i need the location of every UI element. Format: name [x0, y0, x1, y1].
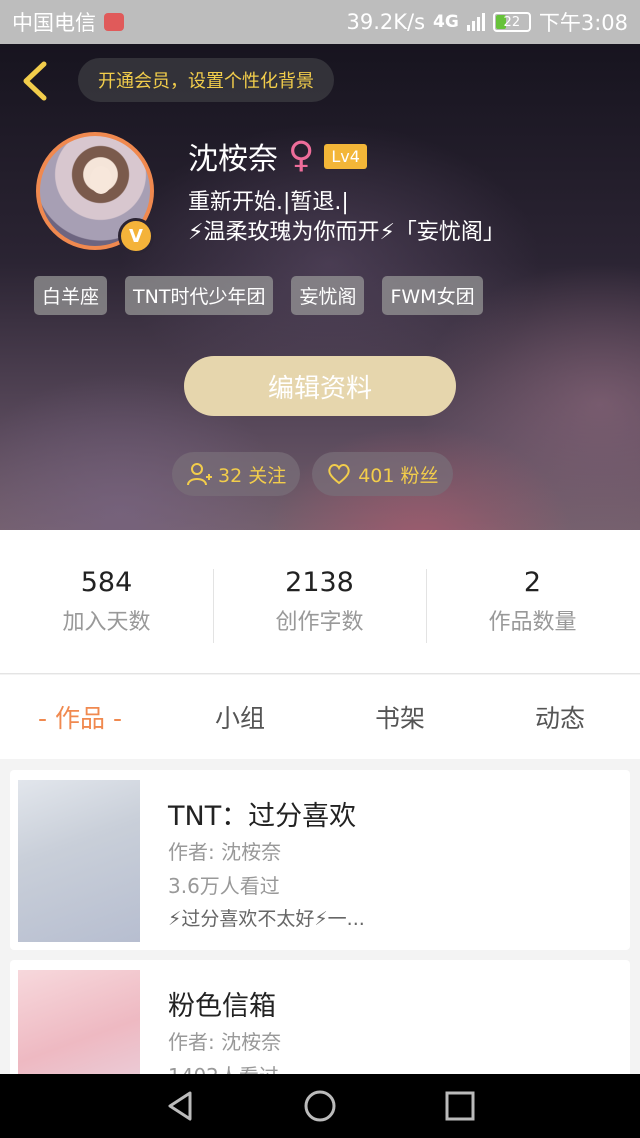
stat-value: 2138 [285, 567, 354, 598]
following-label: 32 关注 [218, 464, 287, 487]
stat-label: 作品数量 [488, 610, 577, 635]
vip-background-prompt[interactable]: 开通会员，设置个性化背景 [78, 58, 334, 102]
network-type: 4G [433, 12, 459, 32]
work-card[interactable]: 粉色信箱 作者: 沈桉奈 1402人看过 [10, 960, 630, 1074]
work-title: TNT：过分喜欢 [168, 801, 357, 832]
name-row: 沈桉奈 ♀ Lv4 [188, 134, 367, 178]
tag-list: 白羊座 TNT时代少年团 妄忧阁 FWM女团 [34, 276, 483, 315]
avatar-face [90, 166, 112, 194]
battery-level: 22 [503, 14, 521, 30]
verified-badge: V [118, 218, 154, 254]
follow-row: 32 关注 401 粉丝 [172, 452, 453, 496]
network-speed: 39.2K/s [346, 10, 426, 34]
followers-button[interactable]: 401 粉丝 [312, 452, 453, 496]
status-bar: 中国电信 39.2K/s 4G 22 下午3:08 [0, 0, 640, 44]
bio-line-1: 重新开始.|暂退.| [188, 190, 349, 215]
tag-item[interactable]: FWM女团 [382, 276, 483, 315]
work-card[interactable]: TNT：过分喜欢 作者: 沈桉奈 3.6万人看过 ⚡过分喜欢不太好⚡一... [10, 770, 630, 950]
stat-label: 加入天数 [62, 610, 151, 635]
stat-value: 2 [523, 567, 542, 598]
signal-icon [466, 13, 485, 31]
sim-card-icon [104, 13, 124, 31]
female-icon: ♀ [288, 135, 315, 176]
user-bio: 重新开始.|暂退.| ⚡温柔玫瑰为你而开⚡「妄忧阁」 [188, 188, 505, 248]
work-views: 3.6万人看过 [168, 874, 280, 898]
stat-value: 584 [80, 567, 133, 598]
back-arrow-icon[interactable] [18, 60, 52, 102]
system-nav-bar [0, 1074, 640, 1138]
stat-label: 创作字数 [275, 610, 364, 635]
stat-days-joined: 584 加入天数 [0, 567, 213, 636]
tag-item[interactable]: 白羊座 [34, 276, 108, 315]
followers-label: 401 粉丝 [358, 464, 439, 487]
profile-screen: 中国电信 39.2K/s 4G 22 下午3:08 开通会员，设置个性化背景 V… [0, 0, 640, 1138]
works-list: TNT：过分喜欢 作者: 沈桉奈 3.6万人看过 ⚡过分喜欢不太好⚡一... 粉… [0, 760, 640, 1074]
work-description: ⚡过分喜欢不太好⚡一... [168, 908, 365, 930]
add-user-icon [187, 463, 212, 486]
tab-bar: - 作品 - 小组 书架 动态 [0, 675, 640, 759]
bio-line-2: ⚡温柔玫瑰为你而开⚡「妄忧阁」 [188, 220, 505, 245]
tag-item[interactable]: TNT时代少年团 [125, 276, 274, 315]
level-badge: Lv4 [324, 143, 367, 169]
clock: 下午3:08 [538, 11, 628, 35]
heart-icon [328, 464, 350, 485]
tab-activity[interactable]: 动态 [480, 699, 640, 735]
back-triangle-icon[interactable] [162, 1088, 198, 1124]
tab-bookshelf[interactable]: 书架 [320, 699, 480, 735]
work-author: 作者: 沈桉奈 [168, 1030, 282, 1054]
status-indicators: 39.2K/s 4G 22 下午3:08 [346, 7, 628, 37]
work-views: 1402人看过 [168, 1060, 279, 1074]
stats-row: 584 加入天数 2138 创作字数 2 作品数量 [0, 530, 640, 674]
work-author: 作者: 沈桉奈 [168, 840, 282, 864]
work-title: 粉色信箱 [168, 991, 276, 1022]
work-cover-image [18, 780, 140, 942]
stat-works-count: 2 作品数量 [426, 567, 639, 643]
stat-word-count: 2138 创作字数 [213, 567, 426, 643]
carrier-label: 中国电信 [12, 11, 96, 35]
tab-works[interactable]: - 作品 - [0, 699, 160, 735]
work-cover-image [18, 970, 140, 1074]
tab-groups[interactable]: 小组 [160, 699, 320, 735]
home-circle-icon[interactable] [302, 1088, 338, 1124]
edit-profile-button[interactable]: 编辑资料 [184, 356, 456, 416]
following-button[interactable]: 32 关注 [172, 452, 301, 496]
tag-item[interactable]: 妄忧阁 [291, 276, 365, 315]
user-name: 沈桉奈 [188, 142, 278, 177]
battery-icon: 22 [492, 12, 531, 32]
profile-header: 开通会员，设置个性化背景 V 沈桉奈 ♀ Lv4 重新开始.|暂退.| ⚡温柔玫… [0, 44, 640, 530]
recent-apps-icon[interactable] [442, 1088, 478, 1124]
